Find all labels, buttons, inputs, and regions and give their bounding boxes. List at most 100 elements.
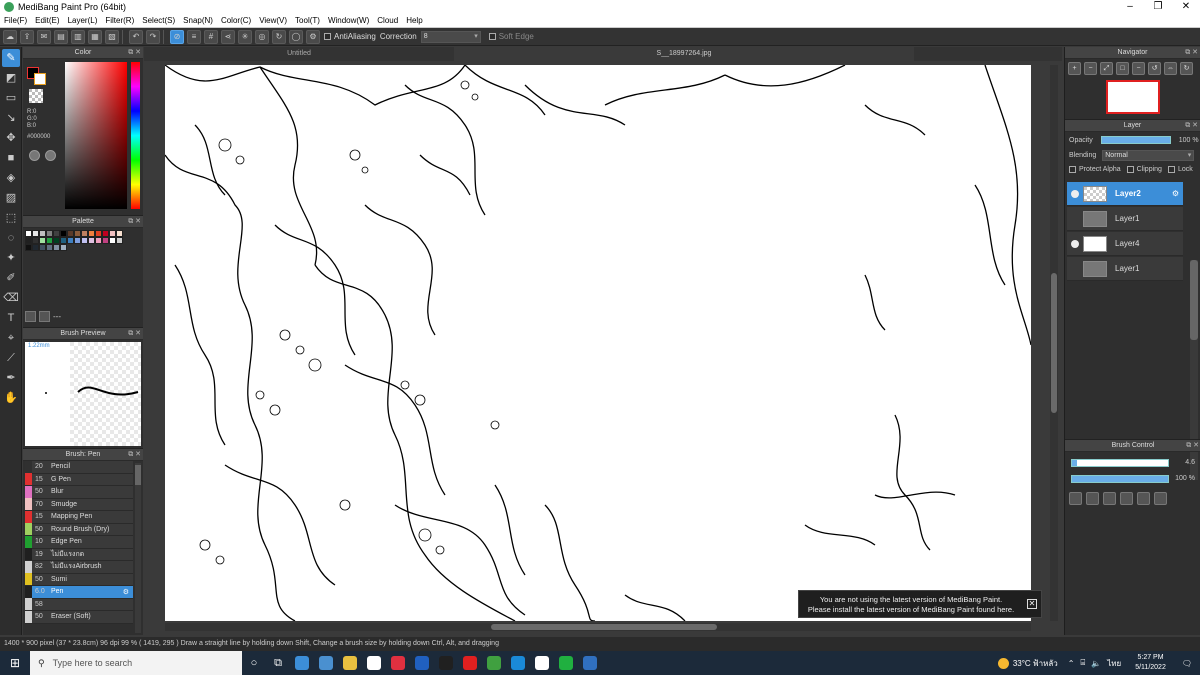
brush-size-slider[interactable] xyxy=(1071,459,1169,467)
color-wheel-icon[interactable] xyxy=(29,150,40,161)
rotate-left-icon[interactable]: ↺ xyxy=(1148,62,1161,75)
document-icon[interactable]: ▥ xyxy=(71,29,85,44)
brush-list-item[interactable]: 50 Blur xyxy=(25,485,133,499)
settings-icon[interactable]: ⚙ xyxy=(306,29,320,44)
palette-swatch[interactable] xyxy=(95,237,102,244)
menu-tool[interactable]: Tool(T) xyxy=(291,16,324,25)
taskbar-app-icon[interactable] xyxy=(434,651,458,675)
menu-view[interactable]: View(V) xyxy=(255,16,291,25)
layout-icon[interactable]: ▧ xyxy=(105,29,119,44)
menu-filter[interactable]: Filter(R) xyxy=(101,16,138,25)
palette-swatch[interactable] xyxy=(109,237,116,244)
canvas-vertical-scrollbar[interactable] xyxy=(1050,65,1058,621)
magic-wand-tool-icon[interactable]: ✦ xyxy=(2,249,20,267)
protect-alpha-checkbox[interactable] xyxy=(1069,166,1076,173)
palette-swatch[interactable] xyxy=(116,230,123,237)
taskbar-app-icon[interactable] xyxy=(578,651,602,675)
zoom-out-icon[interactable]: − xyxy=(1084,62,1097,75)
taskbar-app-icon[interactable] xyxy=(482,651,506,675)
brush-list-item[interactable]: 10 Edge Pen xyxy=(25,535,133,549)
brush-list-item[interactable]: 50 Round Brush (Dry) xyxy=(25,523,133,536)
canvas-horizontal-scrollbar[interactable] xyxy=(165,623,1031,631)
brush-list-scroll-thumb[interactable] xyxy=(135,465,141,485)
color-set-icon[interactable] xyxy=(45,150,56,161)
hand-tool-icon[interactable]: ✋ xyxy=(2,389,20,407)
layer-settings-gear-icon[interactable]: ⚙ xyxy=(1172,189,1179,198)
background-color-swatch[interactable] xyxy=(34,73,46,85)
palette-swatch[interactable] xyxy=(46,244,53,251)
select-eraser-tool-icon[interactable]: ⌫ xyxy=(2,289,20,307)
canvas-horizontal-scroll-thumb[interactable] xyxy=(491,624,717,630)
correction-select[interactable]: 8 xyxy=(420,30,481,43)
palette-swatch[interactable] xyxy=(60,244,67,251)
brush-settings-gear-icon[interactable]: ⚙ xyxy=(123,588,129,596)
panel-close-icon[interactable]: ⧉ ✕ xyxy=(128,47,141,59)
palette-swatch[interactable] xyxy=(32,244,39,251)
palette-swatch[interactable] xyxy=(60,230,67,237)
taskbar-app-icon[interactable] xyxy=(530,651,554,675)
palette-swatch[interactable] xyxy=(53,230,60,237)
palette-swatch[interactable] xyxy=(67,237,74,244)
taskbar-app-icon[interactable] xyxy=(338,651,362,675)
palette-swatch[interactable] xyxy=(32,230,39,237)
brush-list-item[interactable]: 15 G Pen xyxy=(25,473,133,486)
circle-snap-icon[interactable]: ◎ xyxy=(255,29,269,44)
taskbar-app-icon[interactable] xyxy=(506,651,530,675)
palette-swatch[interactable] xyxy=(74,237,81,244)
palette-swatch[interactable] xyxy=(39,244,46,251)
brush-list-item[interactable]: 20 Pencil xyxy=(25,460,133,474)
soft-edge-toggle[interactable]: Soft Edge xyxy=(488,32,534,41)
palette-swatch[interactable] xyxy=(39,230,46,237)
canvas-vertical-scroll-thumb[interactable] xyxy=(1051,273,1057,413)
text-tool-icon[interactable]: T xyxy=(2,309,20,327)
delete-palette-color-icon[interactable] xyxy=(39,311,50,322)
layer-row[interactable]: Layer4 xyxy=(1067,232,1183,256)
fit-view-icon[interactable]: ⤢ xyxy=(1100,62,1113,75)
panel-close-icon[interactable]: ⧉ ✕ xyxy=(1186,440,1199,452)
palette-swatch[interactable] xyxy=(53,244,60,251)
minimize-button[interactable]: – xyxy=(1116,0,1144,14)
move-tool-icon[interactable]: ✥ xyxy=(2,129,20,147)
palette-swatch[interactable] xyxy=(39,237,46,244)
transparent-color-swatch[interactable] xyxy=(29,89,43,103)
antialiasing-toggle[interactable]: AntiAliasing xyxy=(324,32,376,41)
taskbar-app-icon[interactable] xyxy=(410,651,434,675)
lock-checkbox[interactable] xyxy=(1167,166,1175,173)
add-palette-color-icon[interactable] xyxy=(25,311,36,322)
cloud-icon[interactable]: ☁ xyxy=(3,29,17,44)
weather-widget[interactable]: 33°C ฟ้าหลัว xyxy=(997,657,1058,670)
select-tool-icon[interactable]: ⬚ xyxy=(2,209,20,227)
antialiasing-checkbox[interactable] xyxy=(324,33,331,40)
drawing-canvas[interactable] xyxy=(165,65,1031,621)
rectangle-tool-icon[interactable]: ▭ xyxy=(2,89,20,107)
bucket-tool-icon[interactable]: ◈ xyxy=(2,169,20,187)
cortana-icon[interactable]: ○ xyxy=(242,651,266,675)
brush-opacity-slider[interactable] xyxy=(1071,475,1169,483)
taskbar-app-icon[interactable] xyxy=(362,651,386,675)
taskbar-app-icon[interactable] xyxy=(554,651,578,675)
panel-close-icon[interactable]: ⧉ ✕ xyxy=(128,216,141,228)
grid-icon[interactable]: ▦ xyxy=(88,29,102,44)
panel-close-icon[interactable]: ⧉ ✕ xyxy=(1185,120,1198,132)
palette-menu[interactable]: --- xyxy=(53,312,61,321)
undo-icon[interactable]: ↶ xyxy=(129,29,143,44)
menu-window[interactable]: Window(W) xyxy=(324,16,373,25)
brush-list-item[interactable]: 82 ไม่มีแรงAirbrush xyxy=(25,560,133,574)
brush-list-item[interactable]: 15 Mapping Pen xyxy=(25,510,133,524)
palette-swatch[interactable] xyxy=(25,244,32,251)
hue-slider[interactable] xyxy=(131,62,140,209)
zoom-in-icon[interactable]: + xyxy=(1068,62,1081,75)
fill-rect-tool-icon[interactable]: ■ xyxy=(2,149,20,167)
tab-untitled[interactable]: Untitled xyxy=(144,47,454,61)
taskbar-app-icon[interactable] xyxy=(458,651,482,675)
palette-swatch[interactable] xyxy=(32,237,39,244)
layer-visibility-icon[interactable] xyxy=(1071,189,1079,198)
blending-select[interactable]: Normal xyxy=(1102,150,1195,161)
page-icon[interactable]: ▤ xyxy=(54,29,68,44)
comment-icon[interactable]: ✉ xyxy=(37,29,51,44)
palette-swatch[interactable] xyxy=(81,237,88,244)
palette-swatch[interactable] xyxy=(46,230,53,237)
menu-edit[interactable]: Edit(E) xyxy=(31,16,63,25)
layer-visibility-icon[interactable] xyxy=(1071,239,1079,248)
curve-snap-icon[interactable]: ↻ xyxy=(272,29,286,44)
